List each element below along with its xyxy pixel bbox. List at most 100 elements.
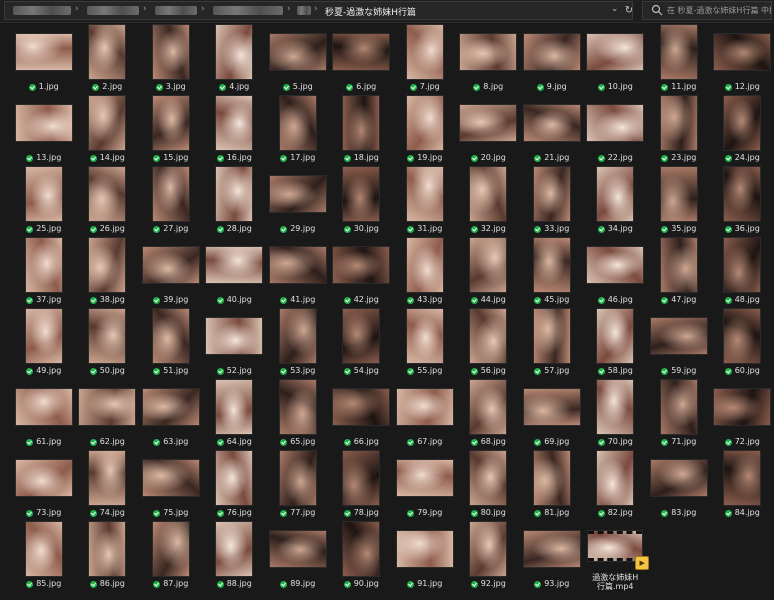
image-thumbnail[interactable] — [24, 237, 63, 293]
file-tile[interactable]: 84.jpg — [711, 449, 774, 520]
file-tile[interactable]: 92.jpg — [457, 520, 521, 591]
image-thumbnail[interactable] — [278, 379, 317, 435]
file-tile[interactable]: 2.jpg — [76, 23, 140, 94]
image-thumbnail[interactable] — [342, 308, 381, 364]
file-tile[interactable]: 24.jpg — [711, 94, 774, 165]
image-thumbnail[interactable] — [14, 388, 73, 426]
file-tile[interactable]: 60.jpg — [711, 307, 774, 378]
file-tile[interactable]: 39.jpg — [139, 236, 203, 307]
file-tile[interactable]: 31.jpg — [393, 165, 457, 236]
file-tile[interactable]: 57.jpg — [520, 307, 584, 378]
image-thumbnail[interactable] — [215, 24, 254, 80]
image-thumbnail[interactable] — [268, 246, 327, 284]
image-thumbnail[interactable] — [469, 521, 508, 577]
image-thumbnail[interactable] — [268, 530, 327, 568]
image-thumbnail[interactable] — [723, 450, 762, 506]
image-thumbnail[interactable] — [459, 104, 518, 142]
file-tile[interactable]: 89.jpg — [266, 520, 330, 591]
file-tile[interactable]: 40.jpg — [203, 236, 267, 307]
file-tile[interactable]: 35.jpg — [647, 165, 711, 236]
image-thumbnail[interactable] — [342, 95, 381, 151]
search-input[interactable] — [667, 2, 771, 19]
file-tile[interactable]: 82.jpg — [584, 449, 648, 520]
image-thumbnail[interactable] — [532, 308, 571, 364]
image-thumbnail[interactable] — [469, 308, 508, 364]
file-tile[interactable]: 64.jpg — [203, 378, 267, 449]
file-tile[interactable]: 81.jpg — [520, 449, 584, 520]
file-tile[interactable]: 71.jpg — [647, 378, 711, 449]
image-thumbnail[interactable] — [88, 95, 127, 151]
file-tile[interactable]: 28.jpg — [203, 165, 267, 236]
image-thumbnail[interactable] — [24, 166, 63, 222]
file-tile[interactable]: 55.jpg — [393, 307, 457, 378]
image-thumbnail[interactable] — [596, 308, 635, 364]
file-tile[interactable]: 85.jpg — [12, 520, 76, 591]
image-thumbnail[interactable] — [14, 459, 73, 497]
image-thumbnail[interactable] — [88, 237, 127, 293]
image-thumbnail[interactable] — [469, 237, 508, 293]
file-tile[interactable]: 19.jpg — [393, 94, 457, 165]
file-tile[interactable]: 72.jpg — [711, 378, 774, 449]
image-thumbnail[interactable] — [332, 246, 391, 284]
image-thumbnail[interactable] — [24, 521, 63, 577]
image-thumbnail[interactable] — [151, 521, 190, 577]
image-thumbnail[interactable] — [141, 246, 200, 284]
image-thumbnail[interactable] — [332, 33, 391, 71]
chevron-right-icon[interactable]: › — [201, 4, 205, 14]
image-thumbnail[interactable] — [215, 379, 254, 435]
file-tile[interactable]: 50.jpg — [76, 307, 140, 378]
image-thumbnail[interactable] — [88, 308, 127, 364]
image-thumbnail[interactable] — [268, 33, 327, 71]
chevron-right-icon[interactable]: › — [75, 4, 79, 14]
image-thumbnail[interactable] — [532, 166, 571, 222]
image-thumbnail[interactable] — [596, 450, 635, 506]
chevron-right-icon[interactable]: › — [143, 4, 147, 14]
breadcrumb-segment-blurred[interactable] — [297, 6, 311, 15]
file-tile[interactable]: 18.jpg — [330, 94, 394, 165]
image-thumbnail[interactable] — [649, 317, 708, 355]
file-tile[interactable]: 91.jpg — [393, 520, 457, 591]
image-thumbnail[interactable] — [522, 388, 581, 426]
image-thumbnail[interactable] — [659, 24, 698, 80]
file-tile[interactable]: 26.jpg — [76, 165, 140, 236]
file-tile[interactable]: 73.jpg — [12, 449, 76, 520]
chevron-right-icon[interactable]: › — [287, 4, 291, 14]
file-tile[interactable]: 48.jpg — [711, 236, 774, 307]
file-tile[interactable]: 90.jpg — [330, 520, 394, 591]
image-thumbnail[interactable] — [586, 33, 645, 71]
file-tile[interactable]: 34.jpg — [584, 165, 648, 236]
image-thumbnail[interactable] — [723, 95, 762, 151]
file-tile[interactable]: 3.jpg — [139, 23, 203, 94]
image-thumbnail[interactable] — [469, 166, 508, 222]
image-thumbnail[interactable] — [713, 388, 772, 426]
search-box[interactable] — [642, 1, 772, 20]
file-tile[interactable]: 44.jpg — [457, 236, 521, 307]
file-tile[interactable]: 52.jpg — [203, 307, 267, 378]
image-thumbnail[interactable] — [88, 521, 127, 577]
image-thumbnail[interactable] — [522, 33, 581, 71]
image-thumbnail[interactable] — [405, 237, 444, 293]
file-tile[interactable]: 11.jpg — [647, 23, 711, 94]
image-thumbnail[interactable] — [596, 379, 635, 435]
image-thumbnail[interactable] — [586, 104, 645, 142]
breadcrumb-segment-blurred[interactable] — [13, 6, 71, 15]
image-thumbnail[interactable] — [151, 308, 190, 364]
image-thumbnail[interactable] — [713, 33, 772, 71]
file-tile[interactable]: 6.jpg — [330, 23, 394, 94]
file-tile[interactable]: 80.jpg — [457, 449, 521, 520]
file-tile[interactable]: 14.jpg — [76, 94, 140, 165]
file-tile[interactable]: 67.jpg — [393, 378, 457, 449]
image-thumbnail[interactable] — [342, 166, 381, 222]
video-thumbnail[interactable]: ▶ — [587, 529, 650, 570]
file-tile[interactable]: 20.jpg — [457, 94, 521, 165]
file-tile[interactable]: 74.jpg — [76, 449, 140, 520]
file-tile[interactable]: 87.jpg — [139, 520, 203, 591]
file-tile[interactable]: 77.jpg — [266, 449, 330, 520]
file-tile[interactable]: 23.jpg — [647, 94, 711, 165]
image-thumbnail[interactable] — [141, 388, 200, 426]
file-tile[interactable]: 5.jpg — [266, 23, 330, 94]
file-tile[interactable]: 62.jpg — [76, 378, 140, 449]
image-thumbnail[interactable] — [522, 104, 581, 142]
file-tile[interactable]: 15.jpg — [139, 94, 203, 165]
image-thumbnail[interactable] — [586, 246, 645, 284]
